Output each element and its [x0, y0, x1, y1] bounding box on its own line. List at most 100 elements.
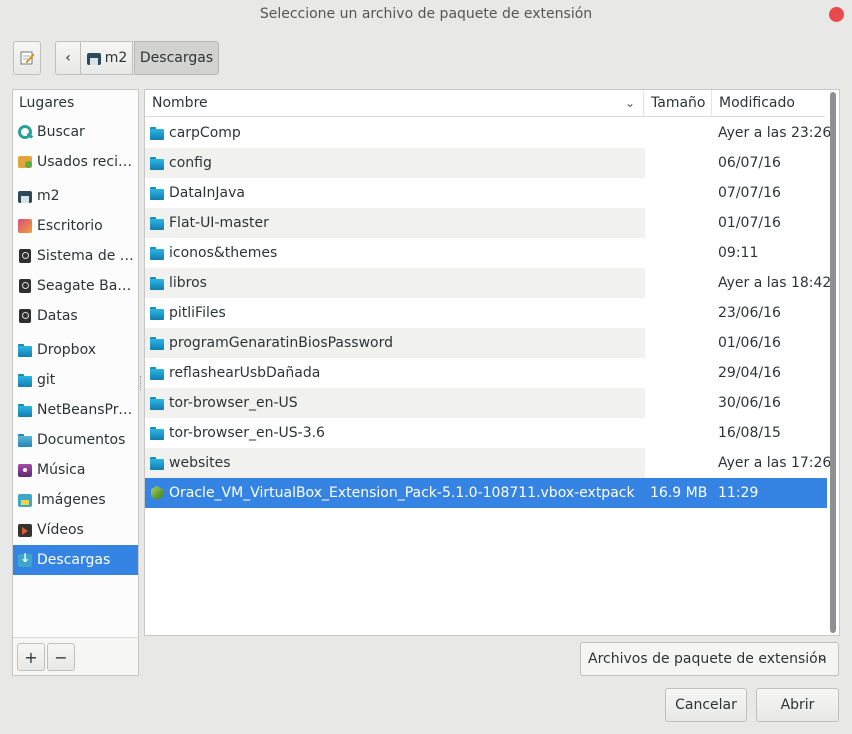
sidebar-item-label: Escritorio [37, 218, 103, 234]
file-name: iconos&themes [169, 245, 278, 261]
sidebar-item-filesystem[interactable]: Sistema de archivos [13, 241, 138, 271]
file-size [645, 268, 713, 298]
folder-icon [149, 335, 165, 351]
file-row[interactable]: websites Ayer a las 17:26 [145, 448, 832, 478]
file-modified: 30/06/16 [718, 395, 781, 411]
file-row[interactable]: programGenaratinBiosPassword 01/06/16 [145, 328, 827, 358]
column-header-label: Modificado [719, 95, 795, 111]
file-name: libros [169, 275, 207, 291]
sidebar-item-label: Usados recientemente [37, 154, 135, 170]
sidebar-item-netbeans[interactable]: NetBeansProjects [13, 395, 138, 425]
downloads-icon [17, 551, 33, 568]
folder-icon [149, 155, 165, 171]
sidebar-item-label: Sistema de archivos [37, 248, 135, 264]
home-icon [86, 50, 102, 66]
sidebar-item-desktop[interactable]: Escritorio [13, 211, 138, 241]
sidebar-item-imagenes[interactable]: Imágenes [13, 485, 138, 515]
file-name: config [169, 155, 212, 171]
scrollbar-thumb[interactable] [830, 92, 836, 633]
sidebar-item-dropbox[interactable]: Dropbox [13, 335, 138, 365]
file-row[interactable]: libros Ayer a las 18:42 [145, 268, 832, 298]
file-row[interactable]: pitliFiles 23/06/16 [145, 298, 827, 328]
file-name: websites [169, 455, 231, 471]
column-header-modified[interactable]: Modificado [712, 90, 825, 117]
folder-icon [17, 402, 33, 418]
file-size [645, 148, 713, 178]
file-name: pitliFiles [169, 305, 226, 321]
plus-icon: + [24, 647, 38, 667]
file-size [645, 178, 713, 208]
path-home-button[interactable]: m2 [81, 41, 133, 75]
file-size [645, 448, 713, 478]
file-size: 16.9 MB [650, 485, 708, 501]
close-button[interactable] [829, 7, 844, 22]
file-name: Flat-UI-master [169, 215, 269, 231]
sidebar-item-videos[interactable]: Vídeos [13, 515, 138, 545]
sidebar-item-label: Música [37, 462, 86, 478]
file-type-filter-select[interactable]: Archivos de paquete de extensión ⌄ [580, 642, 839, 676]
sidebar-item-home[interactable]: m2 [13, 181, 138, 211]
home-icon [17, 188, 33, 204]
file-row[interactable]: tor-browser_en-US 30/06/16 [145, 388, 827, 418]
remove-bookmark-button[interactable]: − [47, 643, 75, 671]
folder-icon [149, 425, 165, 441]
file-row[interactable]: iconos&themes 09:11 [145, 238, 827, 268]
location-edit-button[interactable] [13, 41, 41, 75]
images-icon [17, 492, 33, 508]
minus-icon: − [54, 647, 68, 667]
filter-selected-label: Archivos de paquete de extensión [588, 651, 827, 667]
videos-icon [17, 522, 33, 538]
path-back-button[interactable]: ‹ [55, 41, 81, 75]
sidebar-title: Lugares [19, 95, 75, 111]
file-modified: 01/06/16 [718, 335, 781, 351]
folder-icon [149, 245, 165, 261]
file-row[interactable]: carpComp Ayer a las 23:26 [145, 118, 831, 148]
file-size [645, 298, 713, 328]
file-row[interactable]: tor-browser_en-US-3.6 16/08/15 [145, 418, 827, 448]
sidebar-item-descargas[interactable]: Descargas [13, 545, 138, 575]
file-modified: 16/08/15 [718, 425, 781, 441]
add-bookmark-button[interactable]: + [17, 643, 45, 671]
file-size [645, 418, 713, 448]
file-row[interactable]: config 06/07/16 [145, 148, 827, 178]
file-name: tor-browser_en-US-3.6 [169, 425, 325, 441]
sidebar-item-label: Dropbox [37, 342, 96, 358]
sidebar-item-datas[interactable]: Datas [13, 301, 138, 331]
file-modified: 01/07/16 [718, 215, 781, 231]
sidebar-item-label: Vídeos [37, 522, 84, 538]
folder-icon [149, 365, 165, 381]
sidebar-item-seagate[interactable]: Seagate Backup Plus Drive [13, 271, 138, 301]
path-current-button[interactable]: Descargas [134, 41, 219, 75]
vertical-scrollbar[interactable] [830, 92, 836, 633]
sidebar-item-buscar[interactable]: Buscar [13, 117, 138, 147]
file-name: DataInJava [169, 185, 246, 201]
sidebar-item-git[interactable]: git [13, 365, 138, 395]
column-header-size[interactable]: Tamaño [644, 90, 712, 117]
column-header-name[interactable]: Nombre ⌄ [145, 90, 644, 117]
sidebar-item-label: Buscar [37, 124, 85, 140]
file-row[interactable]: DataInJava 07/07/16 [145, 178, 827, 208]
file-modified: 07/07/16 [718, 185, 781, 201]
open-button[interactable]: Abrir [756, 688, 839, 722]
cancel-button[interactable]: Cancelar [665, 688, 747, 722]
open-button-label: Abrir [780, 697, 815, 713]
sidebar-footer: + − [13, 637, 138, 675]
file-modified: Ayer a las 18:42 [718, 275, 832, 291]
sidebar-item-documentos[interactable]: Documentos [13, 425, 138, 455]
sidebar-item-musica[interactable]: Música [13, 455, 138, 485]
file-modified: 09:11 [718, 245, 759, 261]
drive-icon [17, 308, 33, 324]
column-header-label: Tamaño [651, 95, 706, 111]
column-header-label: Nombre [152, 95, 208, 111]
sidebar-item-label: Descargas [37, 552, 111, 568]
folder-icon [17, 342, 33, 358]
file-name: programGenaratinBiosPassword [169, 335, 394, 351]
file-name: tor-browser_en-US [169, 395, 298, 411]
file-row-selected[interactable]: Oracle_VM_VirtualBox_Extension_Pack-5.1.… [145, 478, 827, 508]
places-sidebar: Lugares Buscar Usados recientemente m2 E… [12, 89, 139, 676]
file-row[interactable]: reflashearUsbDañada 29/04/16 [145, 358, 827, 388]
pane-resize-handle[interactable] [140, 376, 142, 390]
file-row[interactable]: Flat-UI-master 01/07/16 [145, 208, 827, 238]
sidebar-item-recent[interactable]: Usados recientemente [13, 147, 138, 177]
file-modified: Ayer a las 17:26 [718, 455, 832, 471]
